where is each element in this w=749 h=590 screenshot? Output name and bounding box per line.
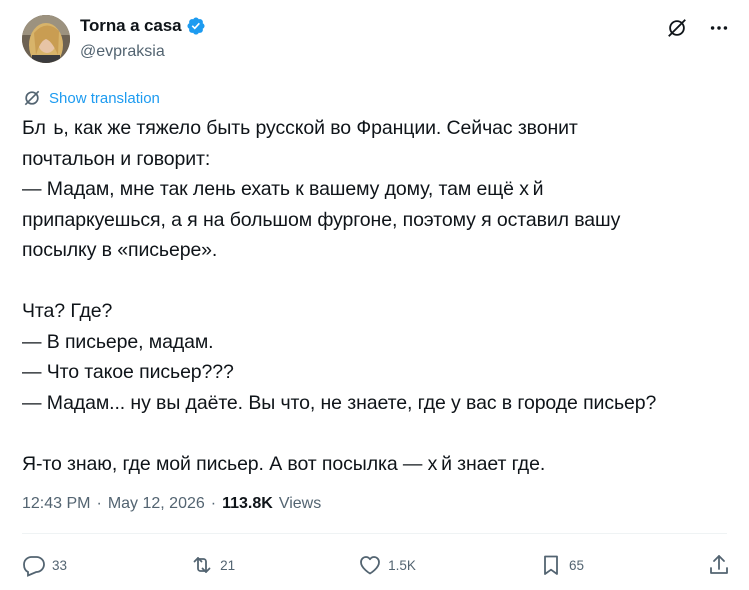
meta-separator: · <box>96 495 102 512</box>
post-text: Бл ь, как же тяжело быть русской во Фран… <box>22 113 722 479</box>
post-line-blank <box>22 418 722 449</box>
like-count: 1.5K <box>388 557 416 573</box>
repost-icon <box>193 557 211 573</box>
like-button[interactable]: 1.5K <box>358 553 416 577</box>
heart-icon <box>360 556 381 575</box>
action-bar: 33 21 1.5K 65 <box>22 553 731 577</box>
post-meta: 12:43 PM · May 12, 2026 · 113.8K Views <box>22 495 321 513</box>
post-line: — Что такое письер??? <box>22 361 234 383</box>
post-line: посылку в «письере». <box>22 239 218 261</box>
bookmark-icon <box>544 555 558 575</box>
bookmark-button[interactable]: 65 <box>539 553 584 577</box>
share-button[interactable] <box>707 553 731 577</box>
more-options-icon[interactable] <box>707 16 731 40</box>
post-line: — Мадам... ну вы даёте. Вы что, не знает… <box>22 391 657 414</box>
meta-separator: · <box>210 495 217 512</box>
views-label: Views <box>278 495 322 512</box>
post-date[interactable]: May 12, 2026 <box>108 495 205 513</box>
show-translation-link[interactable]: Show translation <box>22 88 160 108</box>
post-line: припаркуешься, а я на большом фургоне, п… <box>22 208 621 231</box>
avatar[interactable] <box>22 15 70 63</box>
post-line: Я-то знаю, где мой письер. А вот посылка… <box>22 452 546 475</box>
repost-count: 21 <box>220 557 236 573</box>
divider <box>22 533 727 534</box>
reply-count: 33 <box>52 557 68 573</box>
reply-icon <box>23 556 45 577</box>
grok-icon[interactable] <box>665 16 689 40</box>
views-count: 113.8K <box>222 495 273 512</box>
post-line: — Мадам, мне так лень ехать к вашему дом… <box>22 178 544 200</box>
verified-badge-icon <box>187 17 206 35</box>
bookmark-count: 65 <box>568 557 584 573</box>
post-line: Чта? Где? <box>22 300 113 322</box>
share-icon <box>710 555 728 574</box>
post-time[interactable]: 12:43 PM <box>22 495 90 513</box>
post-line: Бл ь, как же тяжело быть русской во Фран… <box>22 117 578 139</box>
post-line-blank <box>22 266 722 297</box>
post-line: — В письере, мадам. <box>22 330 214 353</box>
repost-button[interactable]: 21 <box>190 553 235 577</box>
translate-icon <box>24 90 40 106</box>
post-line: почтальон и говорит: <box>22 147 211 170</box>
reply-button[interactable]: 33 <box>22 553 67 577</box>
show-translation-label: Show translation <box>49 89 160 107</box>
author-handle[interactable]: @evpraksia <box>80 43 165 61</box>
author-name[interactable]: Torna a casa <box>80 16 182 36</box>
